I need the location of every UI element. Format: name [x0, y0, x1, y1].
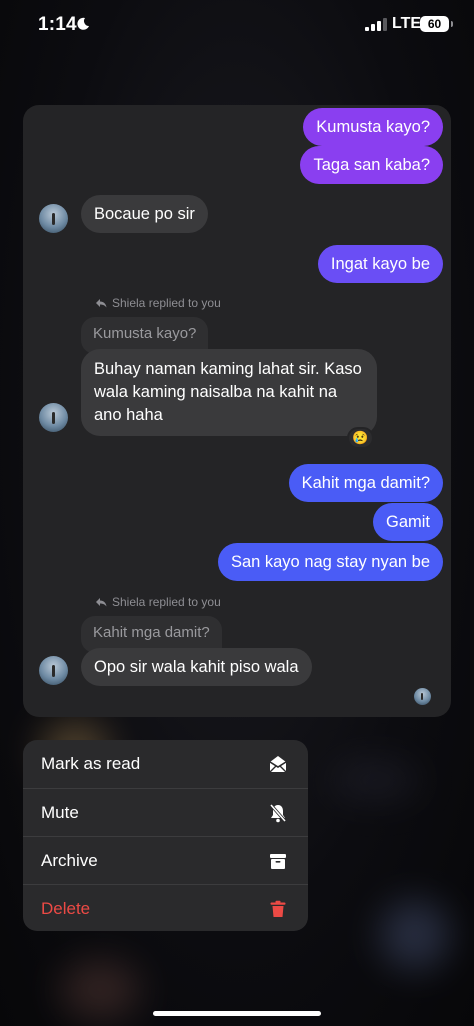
message-outgoing[interactable]: San kayo nag stay nyan be	[217, 543, 443, 581]
message-line: ano haha	[94, 406, 163, 424]
menu-item-mute[interactable]: Mute	[23, 788, 308, 836]
message-outgoing[interactable]: Ingat kayo be	[317, 245, 443, 283]
trash-icon	[270, 900, 286, 917]
replied-label: Shiela replied to you	[112, 595, 221, 609]
moon-icon	[77, 17, 89, 30]
message-incoming[interactable]: Bocaue po sir	[81, 195, 208, 233]
avatar	[39, 403, 68, 432]
replied-indicator: Shiela replied to you	[95, 595, 221, 609]
signal-icon	[365, 18, 387, 31]
message-outgoing[interactable]: Kumusta kayo?	[303, 108, 443, 146]
message-incoming[interactable]: Buhay naman kaming lahat sir. Kaso wala …	[81, 349, 377, 436]
status-time: 1:14	[38, 14, 77, 35]
home-indicator[interactable]	[153, 1011, 321, 1016]
reply-arrow-icon	[96, 299, 107, 308]
chat-preview: Kumusta kayo? Taga san kaba? Bocaue po s…	[23, 105, 451, 717]
reaction-badge[interactable]: 😢	[347, 427, 374, 449]
message-line: wala kaming naisalba na kahit na	[94, 383, 338, 401]
replied-indicator: Shiela replied to you	[95, 296, 221, 310]
context-menu: Mark as read Mute Archive Delete	[23, 740, 308, 931]
reply-arrow-icon	[96, 598, 107, 607]
avatar	[39, 656, 68, 685]
envelope-open-icon	[269, 756, 287, 773]
battery-icon: 60	[420, 16, 453, 32]
menu-item-archive[interactable]: Archive	[23, 836, 308, 884]
message-outgoing[interactable]: Kahit mga damit?	[288, 464, 443, 502]
replied-label: Shiela replied to you	[112, 296, 221, 310]
bell-slash-icon	[269, 803, 287, 823]
menu-item-mark-as-read[interactable]: Mark as read	[23, 740, 308, 788]
network-label: LTE	[392, 15, 422, 32]
read-receipt-avatar	[414, 688, 431, 705]
message-line: Buhay naman kaming lahat sir. Kaso	[94, 360, 362, 378]
message-outgoing[interactable]: Taga san kaba?	[300, 146, 443, 184]
avatar	[39, 204, 68, 233]
status-bar: 1:14 LTE 60	[0, 0, 474, 52]
message-outgoing[interactable]: Gamit	[372, 503, 443, 541]
archive-box-icon	[270, 854, 286, 869]
menu-item-delete[interactable]: Delete	[23, 884, 308, 931]
message-incoming[interactable]: Opo sir wala kahit piso wala	[81, 648, 312, 686]
